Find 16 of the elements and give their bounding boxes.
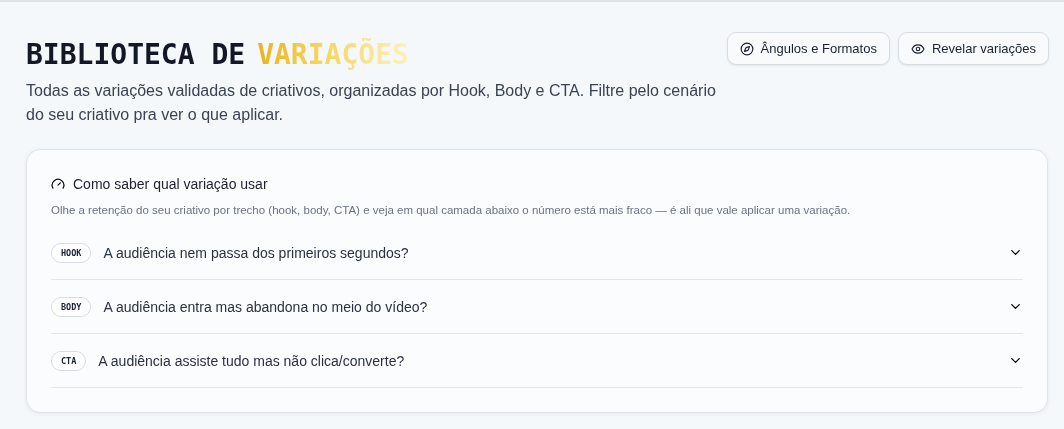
accordion-question[interactable]: A audiência nem passa dos primeiros segundos? [103,244,996,261]
stage-tag: HOOK [51,242,92,263]
compass-icon [739,41,754,56]
guide-title: Como saber qual variação usar [73,176,268,192]
angles-button[interactable]: Ângulos e Formatos [726,32,890,65]
page-title: BIBLIOTECA DE [26,38,246,71]
page-title-highlight: VARIAÇÕES [257,38,409,71]
accordion-question[interactable]: A audiência assiste tudo mas não clica/converte? [98,352,996,369]
gauge-icon [51,177,65,191]
stage-tag: BODY [51,296,92,317]
stage-tag: CTA [51,350,87,371]
accordion-question[interactable]: A audiência entra mas abandona no meio do vídeo? [103,298,996,315]
page-description: Todas as variações validadas de criativos, organizadas por Hook, Body e CTA. Filtre pelo cenário do seu criativo pra ver o que aplicar. [26,81,717,125]
reveal-button[interactable]: Revelar variações [897,32,1049,65]
eye-icon [910,41,925,56]
guide-description: Olhe a retenção do seu criativo por trecho (hook, body, CTA) e veja em qual camada abaixo o número está mais fraco — é ali que vale aplicar uma variação. [51,204,852,216]
